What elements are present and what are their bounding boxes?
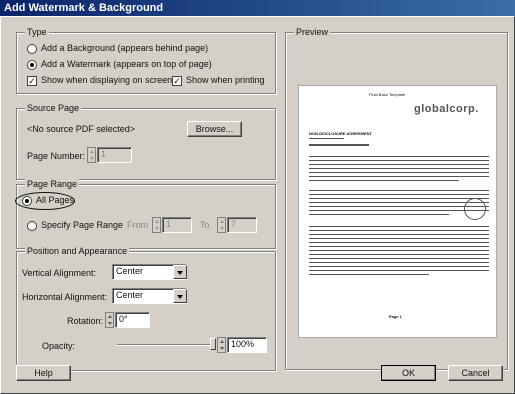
opacity-slider-thumb[interactable] bbox=[210, 338, 216, 350]
show-printing-checkbox[interactable]: ✓ bbox=[172, 76, 182, 86]
preview-page: Final Base Template globalcorp. NON-DISC… bbox=[298, 85, 497, 338]
to-spinner[interactable] bbox=[217, 217, 226, 233]
horizontal-alignment-dropdown-icon[interactable] bbox=[173, 289, 187, 303]
rotation-label: Rotation: bbox=[67, 316, 104, 326]
type-group-legend: Type bbox=[25, 27, 49, 38]
rotation-spinner[interactable] bbox=[105, 312, 114, 328]
page-range-group: Page Range All Pages Specify Page Range … bbox=[15, 179, 276, 249]
page-number-spinner[interactable] bbox=[87, 147, 96, 163]
page-number-field[interactable]: 1 bbox=[97, 147, 132, 163]
source-page-group: Source Page <No source PDF selected> Bro… bbox=[16, 103, 276, 180]
vertical-alignment-dropdown-icon[interactable] bbox=[173, 265, 187, 279]
browse-button[interactable]: Browse... bbox=[187, 121, 242, 137]
opacity-label: Opacity: bbox=[42, 341, 76, 351]
show-on-screen-label[interactable]: Show when displaying on screen bbox=[41, 75, 172, 86]
preview-header-text: Final Base Template bbox=[369, 92, 406, 97]
position-appearance-legend: Position and Appearance bbox=[25, 246, 130, 257]
rotation-field[interactable]: 0° bbox=[115, 312, 150, 328]
preview-footer-text: Page 1 bbox=[389, 314, 402, 319]
opacity-slider[interactable] bbox=[117, 344, 215, 346]
help-button[interactable]: Help bbox=[16, 365, 71, 381]
opacity-field[interactable]: 100% bbox=[227, 337, 267, 353]
source-page-legend: Source Page bbox=[25, 103, 82, 114]
no-source-label: <No source PDF selected> bbox=[27, 124, 136, 134]
cancel-button[interactable]: Cancel bbox=[448, 365, 503, 381]
preview-legend: Preview bbox=[294, 27, 331, 38]
add-watermark-label[interactable]: Add a Watermark (appears on top of page) bbox=[41, 59, 212, 70]
from-spinner[interactable] bbox=[152, 217, 161, 233]
specify-range-label[interactable]: Specify Page Range bbox=[41, 220, 123, 231]
add-background-radio[interactable] bbox=[27, 44, 37, 54]
from-field[interactable]: 1 bbox=[162, 217, 192, 233]
page-range-legend: Page Range bbox=[25, 179, 80, 190]
from-label: From bbox=[127, 220, 148, 230]
dialog: Type Add a Background (appears behind pa… bbox=[0, 16, 515, 394]
preview-stamp bbox=[464, 198, 486, 220]
opacity-spinner[interactable] bbox=[217, 337, 226, 353]
preview-doc-title: NON-DISCLOSURE AGREEMENT bbox=[309, 131, 372, 136]
globalcorp-logo: globalcorp. bbox=[414, 103, 479, 115]
add-background-label[interactable]: Add a Background (appears behind page) bbox=[41, 43, 208, 54]
all-pages-label[interactable]: All Pages bbox=[36, 195, 74, 206]
show-on-screen-checkbox[interactable]: ✓ bbox=[27, 76, 37, 86]
to-field[interactable]: 7 bbox=[227, 217, 257, 233]
ok-button[interactable]: OK bbox=[381, 365, 436, 381]
window-title: Add Watermark & Background bbox=[4, 2, 164, 14]
page-number-label: Page Number: bbox=[27, 151, 86, 161]
type-group: Type Add a Background (appears behind pa… bbox=[16, 27, 276, 94]
specify-range-radio[interactable] bbox=[27, 221, 37, 231]
add-watermark-radio[interactable] bbox=[27, 60, 37, 70]
position-appearance-group: Position and Appearance Vertical Alignme… bbox=[16, 246, 276, 371]
horizontal-alignment-label: Horizontal Alignment: bbox=[22, 292, 108, 302]
vertical-alignment-label: Vertical Alignment: bbox=[22, 268, 97, 278]
all-pages-radio[interactable] bbox=[22, 196, 32, 206]
to-label: To bbox=[200, 220, 210, 230]
title-bar: Add Watermark & Background bbox=[0, 0, 515, 16]
show-printing-label[interactable]: Show when printing bbox=[186, 75, 265, 86]
